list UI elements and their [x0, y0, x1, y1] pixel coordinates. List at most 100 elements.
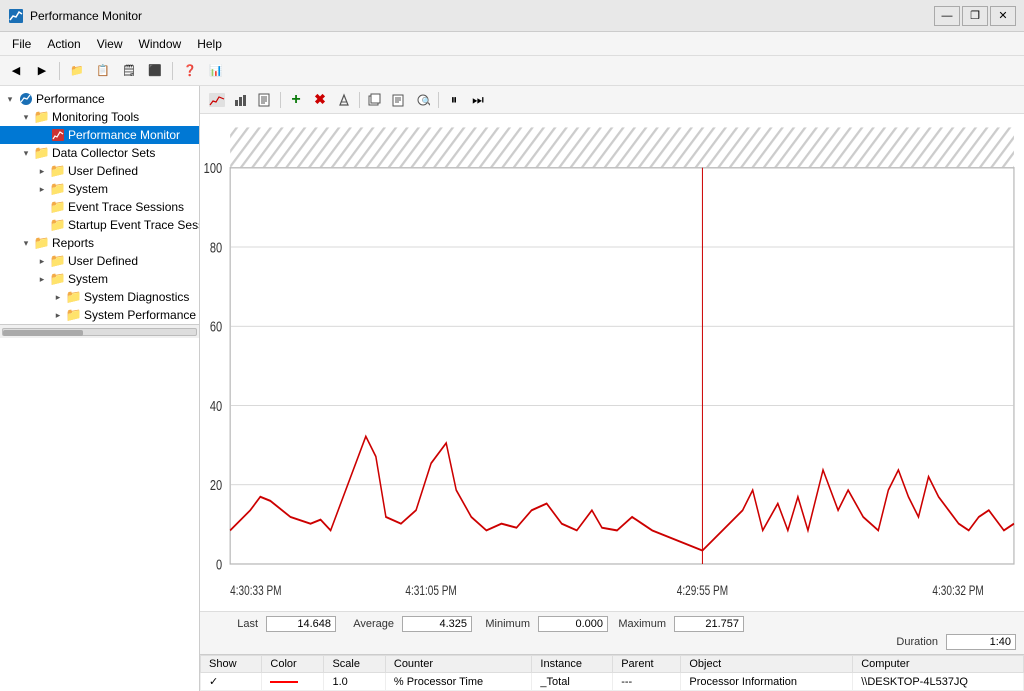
cell-counter: % Processor Time: [385, 673, 532, 691]
minimum-value: 0.000: [538, 616, 608, 632]
toolbar-settings[interactable]: ⬛: [143, 60, 167, 82]
main-toolbar: ◀ ▶ 📁 📋 🗒 ⬛ ❓ 📊: [0, 56, 1024, 86]
app-icon: [8, 8, 24, 24]
expand-reports[interactable]: ▾: [20, 237, 32, 249]
menu-file[interactable]: File: [4, 35, 39, 53]
reports-label: Reports: [52, 236, 94, 250]
svg-text:4:30:32 PM: 4:30:32 PM: [932, 582, 983, 598]
ptb-copy-data[interactable]: [388, 90, 410, 110]
data-table-container: Show Color Scale Counter Instance Parent…: [200, 654, 1024, 691]
folder-icon-sp: 📁: [66, 307, 82, 323]
startup-event-trace-label: Startup Event Trace Sess: [68, 218, 200, 232]
minimum-label: Minimum: [480, 618, 530, 630]
expand-ud1[interactable]: ▸: [36, 165, 48, 177]
menu-window[interactable]: Window: [131, 35, 190, 53]
table-row[interactable]: ✓ 1.0 % Processor Time _Total --- Proces…: [201, 673, 1024, 691]
right-panel: + ✖: [200, 86, 1024, 691]
close-button[interactable]: ✕: [990, 6, 1016, 26]
tree-system-diagnostics[interactable]: ▸ 📁 System Diagnostics: [0, 288, 199, 306]
expand-sp[interactable]: ▸: [52, 309, 64, 321]
left-panel: ▾ Performance ▾ 📁 Monitoring Tools: [0, 86, 200, 691]
title-bar: Performance Monitor — ❐ ✕: [0, 0, 1024, 32]
main-layout: ▾ Performance ▾ 📁 Monitoring Tools: [0, 86, 1024, 691]
svg-text:20: 20: [210, 477, 222, 494]
expand-sd[interactable]: ▸: [52, 291, 64, 303]
tree-reports[interactable]: ▾ 📁 Reports: [0, 234, 199, 252]
menu-help[interactable]: Help: [189, 35, 230, 53]
last-label: Last: [208, 618, 258, 630]
ptb-freeze[interactable]: ⏸: [443, 90, 465, 110]
ptb-delete-counter[interactable]: ✖: [309, 90, 331, 110]
menu-bar: File Action View Window Help: [0, 32, 1024, 56]
col-parent: Parent: [613, 656, 681, 673]
expand-set: [36, 219, 48, 231]
svg-text:80: 80: [210, 239, 222, 256]
toolbar-new[interactable]: 🗒: [117, 60, 141, 82]
svg-text:60: 60: [210, 318, 222, 335]
col-show: Show: [201, 656, 262, 673]
svg-text:🔍: 🔍: [422, 96, 431, 106]
col-scale: Scale: [324, 656, 385, 673]
sidebar-scrollbar[interactable]: [0, 324, 199, 338]
toolbar-up[interactable]: 📁: [65, 60, 89, 82]
chart-area: 100 80 60 40 20 0 4:30:33 PM 4:31:05 PM …: [200, 114, 1024, 611]
col-counter: Counter: [385, 656, 532, 673]
restore-button[interactable]: ❐: [962, 6, 988, 26]
toolbar-show-hide[interactable]: 📋: [91, 60, 115, 82]
performance-chart: 100 80 60 40 20 0 4:30:33 PM 4:31:05 PM …: [200, 114, 1024, 611]
event-trace-sessions-label: Event Trace Sessions: [68, 200, 184, 214]
cell-show: ✓: [201, 673, 262, 691]
maximum-value: 21.757: [674, 616, 744, 632]
ptb-report[interactable]: [254, 90, 276, 110]
expand-ud2[interactable]: ▸: [36, 255, 48, 267]
expand-monitoring[interactable]: ▾: [20, 111, 32, 123]
counter-table: Show Color Scale Counter Instance Parent…: [200, 655, 1024, 691]
tree-performance-monitor[interactable]: Performance Monitor: [0, 126, 199, 144]
ptb-highlight[interactable]: [333, 90, 355, 110]
scrollbar-thumb[interactable]: [3, 330, 83, 336]
expand-root[interactable]: ▾: [4, 93, 16, 105]
scrollbar-track[interactable]: [2, 328, 197, 336]
window-controls[interactable]: — ❐ ✕: [934, 6, 1016, 26]
cell-parent: ---: [613, 673, 681, 691]
menu-action[interactable]: Action: [39, 35, 88, 53]
tree-event-trace-sessions[interactable]: 📁 Event Trace Sessions: [0, 198, 199, 216]
tree-system-1[interactable]: ▸ 📁 System: [0, 180, 199, 198]
ptb-copy-image[interactable]: [364, 90, 386, 110]
expand-ets: [36, 201, 48, 213]
svg-text:4:31:05 PM: 4:31:05 PM: [405, 582, 456, 598]
toolbar-back[interactable]: ◀: [4, 60, 28, 82]
ptb-add-counter[interactable]: +: [285, 90, 307, 110]
minimize-button[interactable]: —: [934, 6, 960, 26]
col-instance: Instance: [532, 656, 613, 673]
system-diagnostics-label: System Diagnostics: [84, 290, 189, 304]
tree-root[interactable]: ▾ Performance: [0, 90, 199, 108]
menu-view[interactable]: View: [89, 35, 131, 53]
svg-text:40: 40: [210, 397, 222, 414]
toolbar-extra[interactable]: 📊: [204, 60, 228, 82]
toolbar-forward[interactable]: ▶: [30, 60, 54, 82]
ptb-next[interactable]: ⏭: [467, 90, 489, 110]
tree-system-2[interactable]: ▸ 📁 System: [0, 270, 199, 288]
tree-user-defined-1[interactable]: ▸ 📁 User Defined: [0, 162, 199, 180]
performance-monitor-label: Performance Monitor: [68, 128, 180, 142]
tree-startup-event-trace[interactable]: 📁 Startup Event Trace Sess: [0, 216, 199, 234]
tree-data-collector-sets[interactable]: ▾ 📁 Data Collector Sets: [0, 144, 199, 162]
tree-monitoring-tools[interactable]: ▾ 📁 Monitoring Tools: [0, 108, 199, 126]
root-label: Performance: [36, 92, 105, 106]
system-2-label: System: [68, 272, 108, 286]
col-object: Object: [681, 656, 853, 673]
cell-scale: 1.0: [324, 673, 385, 691]
expand-dcs[interactable]: ▾: [20, 147, 32, 159]
tree-user-defined-2[interactable]: ▸ 📁 User Defined: [0, 252, 199, 270]
perf-toolbar: + ✖: [200, 86, 1024, 114]
stats-bar: Last 14.648 Average 4.325 Minimum 0.000 …: [200, 611, 1024, 654]
ptb-chart-view[interactable]: [206, 90, 228, 110]
svg-text:4:29:55 PM: 4:29:55 PM: [677, 582, 728, 598]
ptb-histogram[interactable]: [230, 90, 252, 110]
expand-sys2[interactable]: ▸: [36, 273, 48, 285]
toolbar-help[interactable]: ❓: [178, 60, 202, 82]
tree-system-performance[interactable]: ▸ 📁 System Performance: [0, 306, 199, 324]
expand-sys1[interactable]: ▸: [36, 183, 48, 195]
ptb-properties[interactable]: 🔍: [412, 90, 434, 110]
